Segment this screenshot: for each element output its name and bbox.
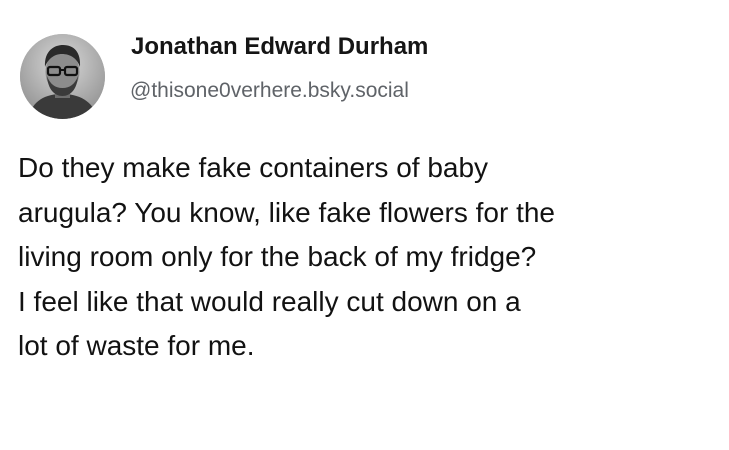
post-text-line: arugula? You know, like fake flowers for… [18,196,556,228]
author-name[interactable]: Jonathan Edward Durham [131,33,428,61]
user-avatar-photo-icon [20,34,105,119]
post-text-line: Do they make fake containers of baby [18,152,489,183]
post-text: Do they make fake containers of baby aru… [18,146,718,369]
post-card: Jonathan Edward Durham @thisone0verhere.… [0,0,729,450]
author-avatar[interactable] [20,34,105,119]
author-handle[interactable]: @thisone0verhere.bsky.social [130,79,409,103]
post-text-line: living room only for the back of my frid… [18,241,537,272]
post-text-line: lot of waste for me. [18,330,255,361]
post-text-line: I feel like that would really cut down o… [18,285,521,317]
